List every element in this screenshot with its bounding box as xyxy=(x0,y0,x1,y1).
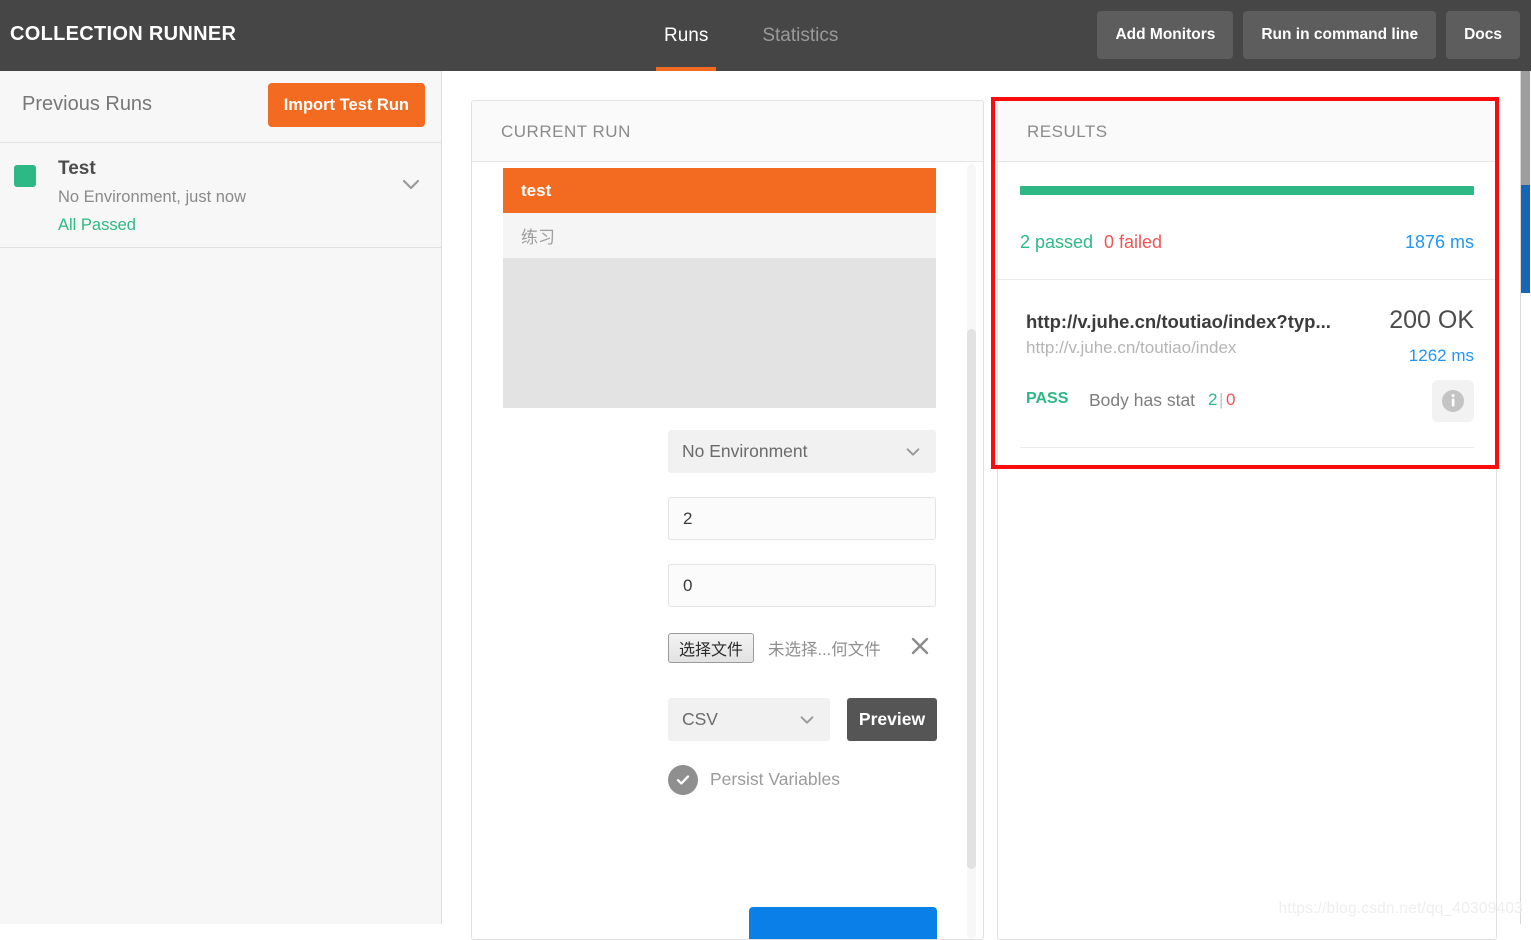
result-request-suburl: http://v.juhe.cn/toutiao/index xyxy=(1026,338,1236,358)
app-header: COLLECTION RUNNER Runs Statistics Add Mo… xyxy=(0,0,1531,71)
current-run-body: test 练习 Environment No Environment Itera… xyxy=(472,162,983,940)
sidebar-header: Previous Runs Import Test Run xyxy=(0,71,441,143)
tab-statistics-label: Statistics xyxy=(762,25,838,47)
previous-run-list-item[interactable]: Test No Environment, just now All Passed xyxy=(0,143,441,248)
chevron-down-icon xyxy=(904,443,922,461)
page-scrollbar-thumb[interactable] xyxy=(1521,185,1530,293)
environment-row: Environment No Environment xyxy=(472,430,983,497)
results-title: RESULTS xyxy=(1027,122,1108,142)
run-in-command-line-button[interactable]: Run in command line xyxy=(1243,11,1436,59)
import-test-run-button[interactable]: Import Test Run xyxy=(268,83,425,127)
persist-variables-row: Persist Variables xyxy=(472,765,983,825)
tab-statistics[interactable]: Statistics xyxy=(748,0,852,71)
app-title: COLLECTION RUNNER xyxy=(10,23,236,46)
main-content: CURRENT RUN test 练习 Environment No Envir… xyxy=(443,71,1531,924)
persist-variables-label: Persist Variables xyxy=(710,769,840,790)
current-run-header: CURRENT RUN xyxy=(472,101,983,162)
run-settings-form: Environment No Environment Iteration 2 D… xyxy=(472,430,983,825)
data-file-type-select[interactable]: CSV xyxy=(668,698,830,741)
close-icon[interactable] xyxy=(909,635,931,657)
environment-select[interactable]: No Environment xyxy=(668,430,936,473)
info-icon[interactable] xyxy=(1432,380,1474,422)
previous-runs-sidebar: Previous Runs Import Test Run Test No En… xyxy=(0,71,442,924)
choose-file-button[interactable]: 选择文件 xyxy=(668,633,754,663)
results-panel: RESULTS 2 passed 0 failed 1876 ms http:/… xyxy=(997,100,1497,940)
run-meta: No Environment, just now xyxy=(58,188,246,207)
assertion-fail-count: 0 xyxy=(1226,390,1235,410)
result-request-url: http://v.juhe.cn/toutiao/index?typ... xyxy=(1026,311,1331,333)
summary-passed-count: 2 passed xyxy=(1020,232,1093,253)
results-progress-bar xyxy=(1020,186,1474,195)
result-response-time: 1262 ms xyxy=(1409,346,1474,366)
data-file-type-value: CSV xyxy=(682,709,718,730)
tab-runs[interactable]: Runs xyxy=(650,0,722,71)
chevron-down-icon xyxy=(798,711,816,729)
run-status-text: All Passed xyxy=(58,216,136,235)
delay-input[interactable]: 0 xyxy=(668,564,936,607)
watermark: https://blog.csdn.net/qq_40309403 xyxy=(1279,900,1523,918)
delay-row: Delay 0 xyxy=(472,564,983,631)
chevron-down-icon[interactable] xyxy=(401,175,421,195)
assertion-separator: | xyxy=(1219,390,1223,410)
request-item[interactable]: 练习 xyxy=(503,213,936,258)
run-name: Test xyxy=(58,158,96,180)
header-button-group: Add Monitors Run in command line Docs xyxy=(1097,11,1520,59)
tab-runs-label: Runs xyxy=(664,25,708,47)
environment-select-value: No Environment xyxy=(682,441,807,462)
assertion-pass-count: 2 xyxy=(1208,390,1217,410)
results-header: RESULTS xyxy=(998,101,1496,162)
summary-failed-count: 0 failed xyxy=(1104,232,1162,253)
page-scrollbar-thumb-upper[interactable] xyxy=(1521,71,1530,185)
preview-button[interactable]: Preview xyxy=(847,698,937,741)
run-status-swatch xyxy=(14,165,36,187)
result-request-row[interactable]: http://v.juhe.cn/toutiao/index?typ... ht… xyxy=(998,280,1496,452)
current-run-scrollbar-thumb[interactable] xyxy=(967,329,976,869)
add-monitors-button[interactable]: Add Monitors xyxy=(1097,11,1233,59)
current-run-title: CURRENT RUN xyxy=(501,122,631,142)
results-summary: 2 passed 0 failed 1876 ms xyxy=(998,162,1496,280)
data-file-name: 未选择...何文件 xyxy=(768,636,881,660)
assertion-verdict: PASS xyxy=(1026,390,1068,408)
previous-runs-title: Previous Runs xyxy=(22,93,152,116)
docs-button[interactable]: Docs xyxy=(1446,11,1520,59)
result-row-divider xyxy=(1020,447,1474,448)
data-file-row: Data File 选择文件 未选择...何文件 xyxy=(472,631,983,698)
result-status-code: 200 OK xyxy=(1389,306,1474,335)
iteration-input[interactable]: 2 xyxy=(668,497,936,540)
current-run-panel: CURRENT RUN test 练习 Environment No Envir… xyxy=(471,100,984,940)
nav-tabs: Runs Statistics xyxy=(650,0,852,71)
summary-duration: 1876 ms xyxy=(1405,232,1474,253)
assertion-name: Body has stat xyxy=(1089,390,1195,411)
request-list: test 练习 xyxy=(503,168,936,408)
iteration-row: Iteration 2 xyxy=(472,497,983,564)
persist-variables-checkbox[interactable] xyxy=(668,765,698,795)
request-item-selected[interactable]: test xyxy=(503,168,936,213)
data-file-type-row: Data File Type CSV Preview xyxy=(472,698,983,765)
